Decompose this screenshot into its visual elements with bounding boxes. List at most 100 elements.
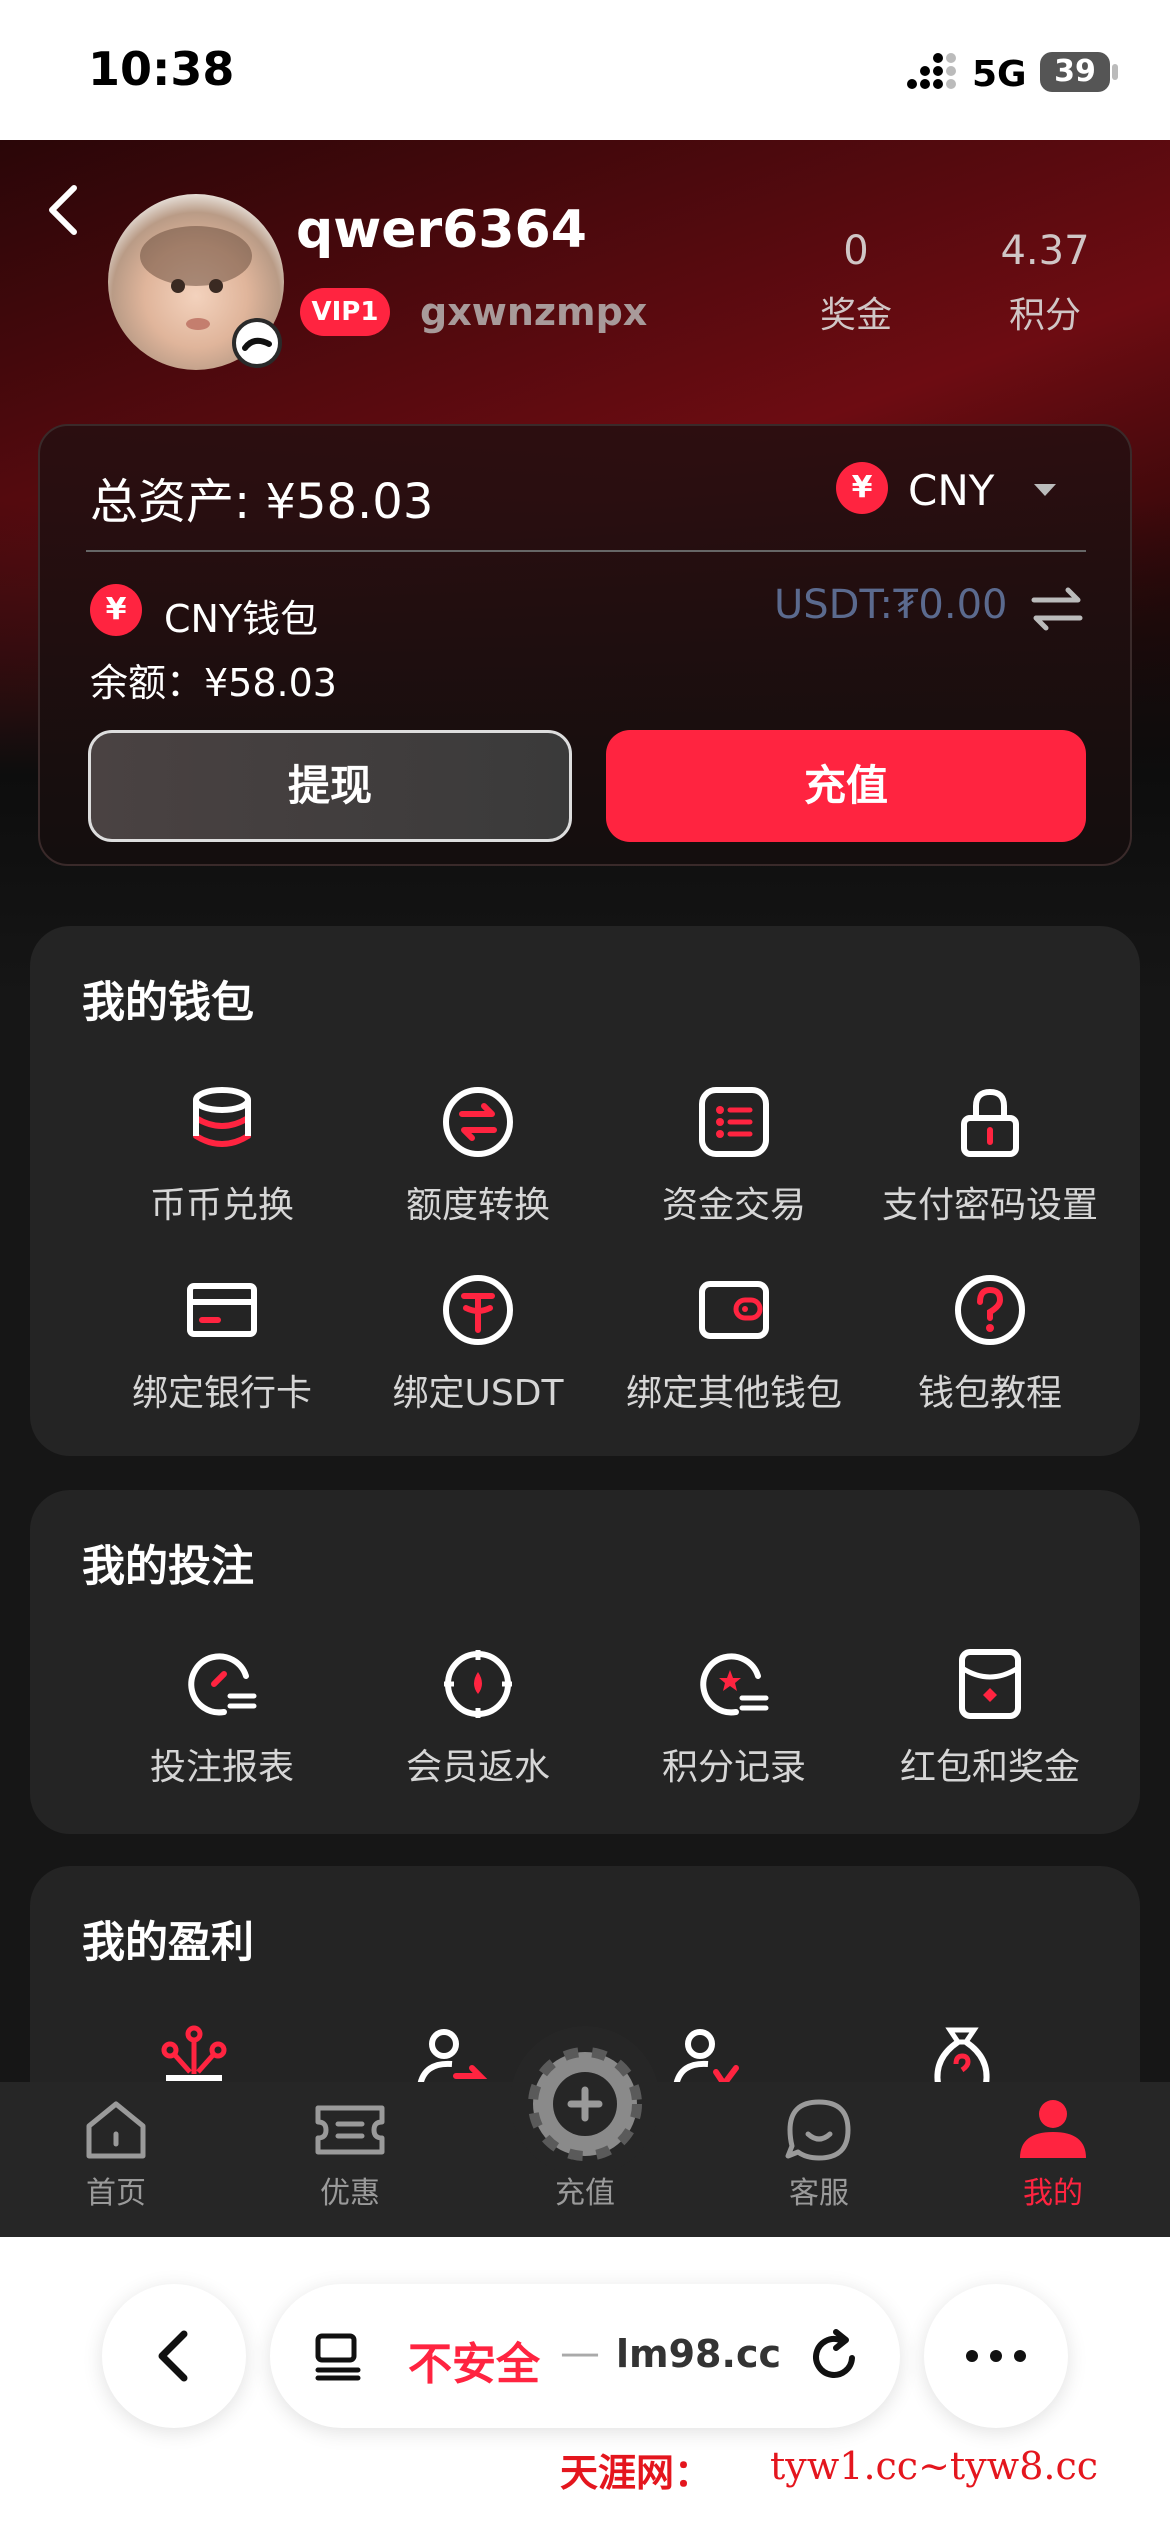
bank-card-icon [187,1283,257,1337]
item-label: 额度转换 [405,1185,550,1226]
currency-selector[interactable]: CNY [908,466,994,515]
watermark-urls: tyw1.cc~tyw8.cc [770,2444,1099,2488]
section-title: 我的钱包 [82,978,254,1028]
item-label: 绑定银行卡 [131,1373,312,1414]
tab-deposit[interactable]: 充值 [485,2047,685,2212]
more-button[interactable] [924,2284,1068,2428]
deposit-button[interactable]: 充值 [606,730,1086,842]
tab-label: 首页 [86,2176,146,2211]
bind-bank-card-item[interactable]: 绑定银行卡 [92,1272,352,1416]
coin-exchange-item[interactable]: 币币兑换 [92,1084,352,1228]
ticket-icon [315,2105,385,2155]
battery-icon: 39 [1040,52,1110,92]
withdraw-label: 提现 [287,761,372,810]
reload-icon[interactable] [806,2328,862,2384]
bonus-value: 0 [843,228,869,274]
wallet-tutorial-item[interactable]: 钱包教程 [860,1272,1120,1416]
status-time: 10:38 [88,42,235,96]
member-rebate-item[interactable]: 会员返水 [348,1646,608,1790]
tab-mine[interactable]: 我的 [953,2098,1153,2212]
edit-avatar-icon[interactable] [232,318,282,368]
back-button[interactable] [38,180,88,240]
item-label: 支付密码设置 [881,1185,1098,1226]
wallet-icon [699,1281,769,1339]
vip-badge: VIP1 [300,288,390,336]
fund-transactions-item[interactable]: 资金交易 [604,1084,864,1228]
payment-password-item[interactable]: 支付密码设置 [860,1084,1120,1228]
red-packet-bonus-item[interactable]: 红包和奖金 [860,1646,1120,1790]
help-icon [955,1275,1025,1345]
points-label: 积分 [1008,295,1081,336]
bet-report-icon [188,1653,257,1716]
points-value: 4.37 [1000,228,1090,274]
user-handle: gxwnzmpx [420,290,648,334]
item-label: 会员返水 [405,1747,550,1788]
item-label: 积分记录 [661,1747,806,1788]
bind-other-wallet-item[interactable]: 绑定其他钱包 [604,1272,864,1416]
status-bar: 10:38 5G 39 [0,0,1170,140]
item-label: 币币兑换 [149,1185,294,1226]
swap-icon[interactable] [1030,584,1084,634]
bonus-label: 奖金 [819,295,892,336]
watermark-site: 天涯网： [560,2450,713,2495]
tab-label: 优惠 [320,2176,380,2211]
my-wallet-section: 我的钱包 币币兑换 额度转换 资金交易 支付密码设置 绑定银行卡 绑定USDT … [30,926,1140,1456]
tab-label: 客服 [789,2176,849,2211]
chat-icon [785,2099,851,2161]
total-assets: 总资产: ¥58.03 [90,474,434,530]
currency-icon: ¥ [836,462,888,514]
chip-plus-icon [528,2047,642,2161]
bind-usdt-item[interactable]: 绑定USDT [348,1272,608,1416]
user-icon [1020,2100,1086,2158]
chevron-down-icon[interactable] [1030,478,1060,502]
home-icon [86,2101,146,2159]
back-arrow-icon [158,2330,188,2382]
item-label: 绑定其他钱包 [625,1373,842,1414]
item-label: 资金交易 [661,1185,806,1226]
network-label: 5G [972,54,1027,95]
coins-icon [193,1087,251,1147]
points-record-item[interactable]: 积分记录 [604,1646,864,1790]
insecure-label: 不安全 [408,2339,540,2390]
wallet-balance: 余额：¥58.03 [90,661,337,705]
lock-icon [961,1088,1019,1157]
points-record-icon [700,1653,769,1716]
item-label: 钱包教程 [917,1373,1062,1414]
more-icon [966,2350,1026,2362]
tab-customer-service[interactable]: 客服 [719,2098,919,2212]
deposit-label: 充值 [803,761,888,810]
rebate-icon [444,1650,512,1718]
battery-level: 39 [1054,54,1096,89]
currency-symbol: ¥ [851,470,873,505]
list-icon [699,1087,769,1157]
domain-label: lm98.cc [616,2332,781,2376]
browser-back-button[interactable] [102,2284,246,2428]
separator: — [560,2330,600,2376]
wallet-name: CNY钱包 [164,597,319,641]
page-menu-icon [315,2333,361,2381]
wallet-currency-icon: ¥ [90,584,142,636]
red-packet-icon [959,1649,1021,1719]
item-label: 绑定USDT [392,1373,564,1414]
withdraw-button[interactable]: 提现 [88,730,572,842]
section-title: 我的投注 [82,1542,254,1592]
username: qwer6364 [296,200,587,260]
bet-report-item[interactable]: 投注报表 [92,1646,352,1790]
tab-label: 我的 [1023,2176,1083,2211]
item-label: 投注报表 [149,1747,294,1788]
item-label: 红包和奖金 [899,1747,1080,1788]
address-bar[interactable]: 不安全 — lm98.cc [270,2284,900,2428]
usdt-balance: USDT:₮0.00 [774,582,1008,628]
tab-label: 充值 [555,2176,615,2211]
tab-promotions[interactable]: 优惠 [250,2098,450,2212]
transfer-icon [443,1087,513,1157]
my-bets-section: 我的投注 投注报表 会员返水 积分记录 红包和奖金 [30,1490,1140,1834]
section-title: 我的盈利 [82,1918,254,1968]
asset-card: 总资产: ¥58.03 ¥ CNY ¥ CNY钱包 USDT:₮0.00 余额：… [38,424,1132,866]
quota-transfer-item[interactable]: 额度转换 [348,1084,608,1228]
tether-icon [443,1275,513,1345]
wallet-currency-symbol: ¥ [105,592,127,627]
divider [86,550,1086,552]
tab-home[interactable]: 首页 [16,2098,216,2212]
signal-icon [906,52,958,92]
